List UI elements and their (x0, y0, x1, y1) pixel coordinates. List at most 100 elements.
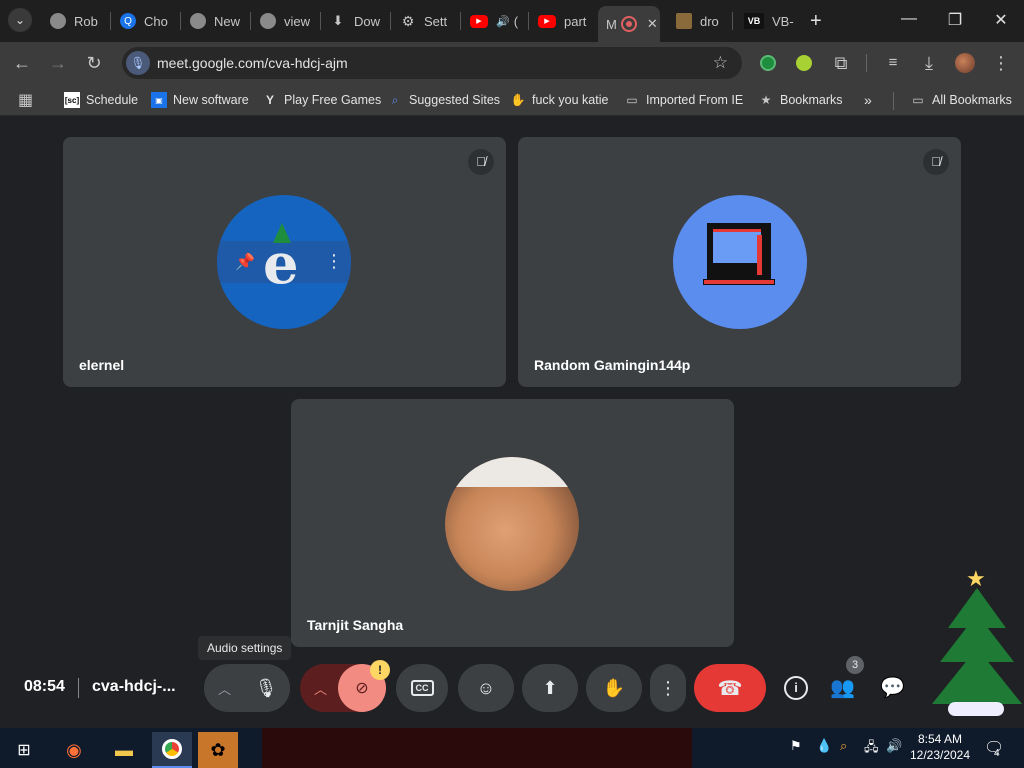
tile-more-icon[interactable]: ⋮ (325, 251, 343, 272)
hand-icon: ✋ (602, 677, 626, 698)
close-window-button[interactable]: ✕ (978, 10, 1024, 30)
folder-icon: ▭ (626, 93, 638, 107)
tab-5[interactable]: ⚙ Sett (390, 6, 460, 36)
tray-drop-icon[interactable]: 💧 (816, 738, 832, 754)
people-icon[interactable]: 👥 (830, 675, 855, 700)
bookmarks-overflow-icon[interactable]: » (864, 92, 872, 108)
gear-icon: ⚙ (401, 12, 415, 29)
reload-icon[interactable]: ↻ (83, 53, 105, 73)
minimize-button[interactable]: — (886, 10, 932, 28)
video-settings-chevron-icon[interactable]: ︿ (314, 679, 327, 698)
notification-count: 4 (994, 748, 1000, 759)
tab-3[interactable]: view (250, 6, 320, 36)
camera-off-icon: ⊘ (355, 680, 369, 697)
taskbar-time[interactable]: 8:54 AM (910, 732, 970, 746)
back-arrow-icon[interactable]: ← (11, 53, 33, 73)
download-icon[interactable]: ⤓ (918, 53, 940, 73)
bookmark-new-software[interactable]: ▣ New software (151, 92, 249, 108)
meeting-info-icon[interactable]: i (784, 676, 808, 700)
pin-icon[interactable]: 📌 (235, 252, 255, 272)
captions-icon: CC (410, 680, 434, 696)
tab-0[interactable]: Rob (40, 6, 110, 36)
smiley-icon: ☺ (476, 677, 496, 698)
folder-image-icon (676, 13, 692, 29)
more-menu-icon[interactable]: ⋮ (990, 53, 1012, 73)
network-icon[interactable]: 🖧 (864, 738, 879, 760)
participant-name: Random Gamingin144p (534, 357, 691, 373)
bookmark-star-icon[interactable]: ☆ (713, 53, 728, 73)
bookmark-schedule[interactable]: [sc] Schedule (64, 92, 138, 108)
tab-7[interactable]: ▶ part (528, 6, 596, 36)
people-count-badge: 3 (846, 656, 864, 674)
address-bar[interactable]: 🎙 meet.google.com/cva-hdcj-ajm ☆ (122, 47, 742, 79)
all-bookmarks[interactable]: ▭ All Bookmarks (910, 92, 1012, 108)
extensions-puzzle-icon[interactable]: ⧉ (830, 53, 852, 73)
bookmark-fuck-you-katie[interactable]: ✋ fuck you katie (510, 92, 609, 108)
windows-taskbar: ⊞ ◉ ▬ ✿ ⚑ 💧 ⌕ 🖧 🔊 8:54 AM 12/23/2024 🗨 4 (0, 728, 1024, 768)
close-icon[interactable]: ✕ (647, 16, 658, 32)
audio-settings-chevron-icon[interactable]: ︿ (218, 679, 231, 698)
bookmark-bookmarks[interactable]: ★ Bookmarks (758, 92, 843, 108)
participant-name: elernel (79, 357, 125, 373)
present-screen-icon: ⬆ (542, 677, 558, 698)
mic-permission-icon[interactable]: 🎙 (126, 51, 150, 75)
tray-search-icon[interactable]: ⌕ (840, 738, 847, 754)
emoji-button[interactable]: ☺ (458, 664, 514, 712)
youtube-icon: ▶ (538, 14, 556, 28)
tab-search-button[interactable]: ⌄ (8, 8, 32, 32)
bookmarks-bar: ▦ [sc] Schedule ▣ New software Y Play Free … (0, 84, 1024, 116)
volume-icon[interactable]: 🔊 (886, 738, 902, 754)
bookmark-play-free-games[interactable]: Y Play Free Games (262, 92, 381, 108)
vb-icon: VB (744, 13, 764, 29)
participant-tile-random-gaming[interactable]: 🎙̸ Random Gamingin144p (518, 137, 961, 387)
taskbar-date[interactable]: 12/23/2024 (906, 748, 974, 762)
tab-2[interactable]: New (180, 6, 250, 36)
participant-tile-tarnjit[interactable]: Tarnjit Sangha (291, 399, 734, 647)
url-text[interactable]: meet.google.com/cva-hdcj-ajm (157, 55, 348, 71)
speaker-icon: 🔊 (496, 15, 510, 28)
firefox-icon[interactable]: ◉ (54, 732, 94, 768)
extension-green-icon[interactable] (760, 55, 776, 71)
tree-icon (273, 223, 291, 243)
tab-9[interactable]: dro (666, 6, 730, 36)
warning-badge: ! (370, 660, 390, 680)
file-explorer-icon[interactable]: ▬ (104, 732, 144, 768)
tab-8-active[interactable]: M ✕ (598, 6, 660, 42)
captions-button[interactable]: CC (396, 664, 448, 712)
profile-avatar[interactable] (955, 53, 975, 73)
mic-button[interactable]: 🎙 (242, 664, 290, 712)
app-taskbar-icon[interactable]: ✿ (198, 732, 238, 768)
calendar-icon: [sc] (64, 92, 80, 108)
software-icon: ▣ (151, 92, 167, 108)
tab-1[interactable]: Q Cho (110, 6, 180, 36)
chat-icon[interactable]: 💬 (880, 675, 905, 700)
q-icon: Q (120, 13, 136, 29)
youtube-icon: ▶ (470, 14, 488, 28)
tab-4[interactable]: ⬇ Dow (320, 6, 390, 36)
chrome-taskbar-icon[interactable] (152, 732, 192, 768)
new-tab-button[interactable]: + (810, 10, 822, 33)
tray-people-icon[interactable]: ⚑ (790, 738, 802, 754)
participant-name: Tarnjit Sangha (307, 617, 404, 633)
more-vert-icon: ⋮ (659, 677, 677, 698)
leave-call-button[interactable]: ☎ (694, 664, 766, 712)
forward-arrow-icon[interactable]: → (47, 53, 69, 73)
tab-10[interactable]: VB VB- (734, 6, 800, 36)
participant-tile-elernel[interactable]: 🎙̸ e 📌 ⋮ elernel (63, 137, 506, 387)
avatar (673, 195, 807, 329)
windows-start-icon[interactable]: ⊞ (4, 732, 44, 768)
hand-icon: ✋ (510, 93, 526, 107)
star-icon: ★ (760, 93, 772, 107)
bookmark-suggested-sites[interactable]: ⌕ Suggested Sites (387, 92, 500, 108)
apps-grid-icon[interactable]: ▦ (18, 90, 33, 110)
present-button[interactable]: ⬆ (522, 664, 578, 712)
raise-hand-button[interactable]: ✋ (586, 664, 642, 712)
extension-ball-icon[interactable] (796, 55, 812, 71)
maximize-button[interactable]: ❐ (932, 10, 978, 30)
media-queue-icon[interactable]: ≡ (882, 53, 904, 73)
more-options-button[interactable]: ⋮ (650, 664, 686, 712)
chrome-icon (260, 13, 276, 29)
tab-6[interactable]: ▶ 🔊( (460, 6, 528, 36)
bookmark-imported-from-ie[interactable]: ▭ Imported From IE (624, 92, 743, 108)
folder-icon: ▭ (912, 93, 924, 107)
